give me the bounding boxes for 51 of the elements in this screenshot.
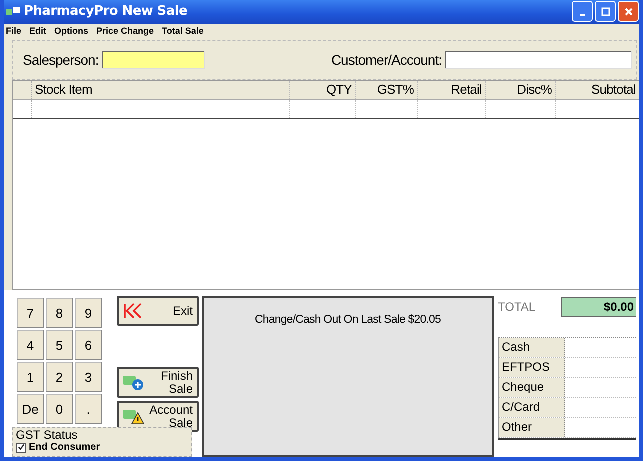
- menu-item[interactable]: Price Change: [96, 26, 154, 36]
- exit-button[interactable]: Exit: [117, 296, 199, 326]
- minimize-button[interactable]: [572, 1, 593, 22]
- close-icon: [624, 6, 634, 17]
- menu-item[interactable]: File: [6, 26, 22, 36]
- payment-label: Cheque: [499, 378, 565, 397]
- customer-label: Customer/Account:: [331, 52, 442, 68]
- menu-item[interactable]: Edit: [30, 26, 47, 36]
- change-message: Change/Cash Out On Last Sale $20.05: [254, 314, 442, 328]
- money-warning-icon: [123, 408, 145, 424]
- keypad-key[interactable]: 0: [46, 394, 73, 424]
- keypad-key[interactable]: 4: [17, 330, 44, 360]
- end-consumer-checkbox[interactable]: End Consumer: [16, 442, 100, 453]
- keypad-key[interactable]: 5: [46, 330, 73, 360]
- maximize-icon: [600, 6, 610, 17]
- keypad-key[interactable]: 8: [46, 298, 73, 328]
- keypad-key[interactable]: 6: [75, 330, 102, 360]
- payment-label: Cash: [499, 338, 565, 357]
- close-button[interactable]: [618, 1, 639, 22]
- keypad-key[interactable]: 2: [46, 362, 73, 392]
- keypad-key[interactable]: De: [17, 394, 44, 424]
- salesperson-label: Salesperson:: [23, 52, 99, 68]
- rewind-icon: [123, 303, 143, 319]
- menu-item[interactable]: Total Sale: [162, 26, 204, 36]
- payment-label: C/Card: [499, 398, 565, 417]
- customer-field[interactable]: [445, 51, 632, 69]
- keypad-key[interactable]: 9: [75, 298, 102, 328]
- keypad-key[interactable]: 7: [17, 298, 44, 328]
- salesperson-field[interactable]: [102, 51, 205, 69]
- gst-status-title: GST Status: [16, 429, 79, 442]
- column-header: GST%: [356, 81, 418, 99]
- column-header: QTY: [290, 81, 356, 99]
- payment-label: EFTPOS: [499, 358, 565, 377]
- keypad-key[interactable]: 3: [75, 362, 102, 392]
- payment-label: Other: [499, 418, 565, 437]
- total-label: TOTAL: [498, 300, 536, 314]
- keypad-key[interactable]: .: [75, 394, 102, 424]
- finish-sale-button[interactable]: Finish Sale: [117, 367, 199, 398]
- checkmark-icon: [18, 444, 24, 451]
- keypad-key[interactable]: 1: [17, 362, 44, 392]
- menu-item[interactable]: Options: [54, 26, 89, 36]
- minimize-icon: [580, 14, 586, 16]
- total-value: $0.00: [561, 297, 636, 317]
- column-header: Retail: [418, 81, 486, 99]
- window-title: PharmacyPro New Sale: [24, 4, 188, 20]
- app-icon: [6, 6, 20, 17]
- column-header: Subtotal: [590, 81, 637, 99]
- money-plus-icon: [123, 374, 145, 390]
- column-header: Stock Item: [32, 81, 290, 99]
- maximize-button[interactable]: [595, 1, 616, 22]
- column-header: Disc%: [486, 81, 556, 99]
